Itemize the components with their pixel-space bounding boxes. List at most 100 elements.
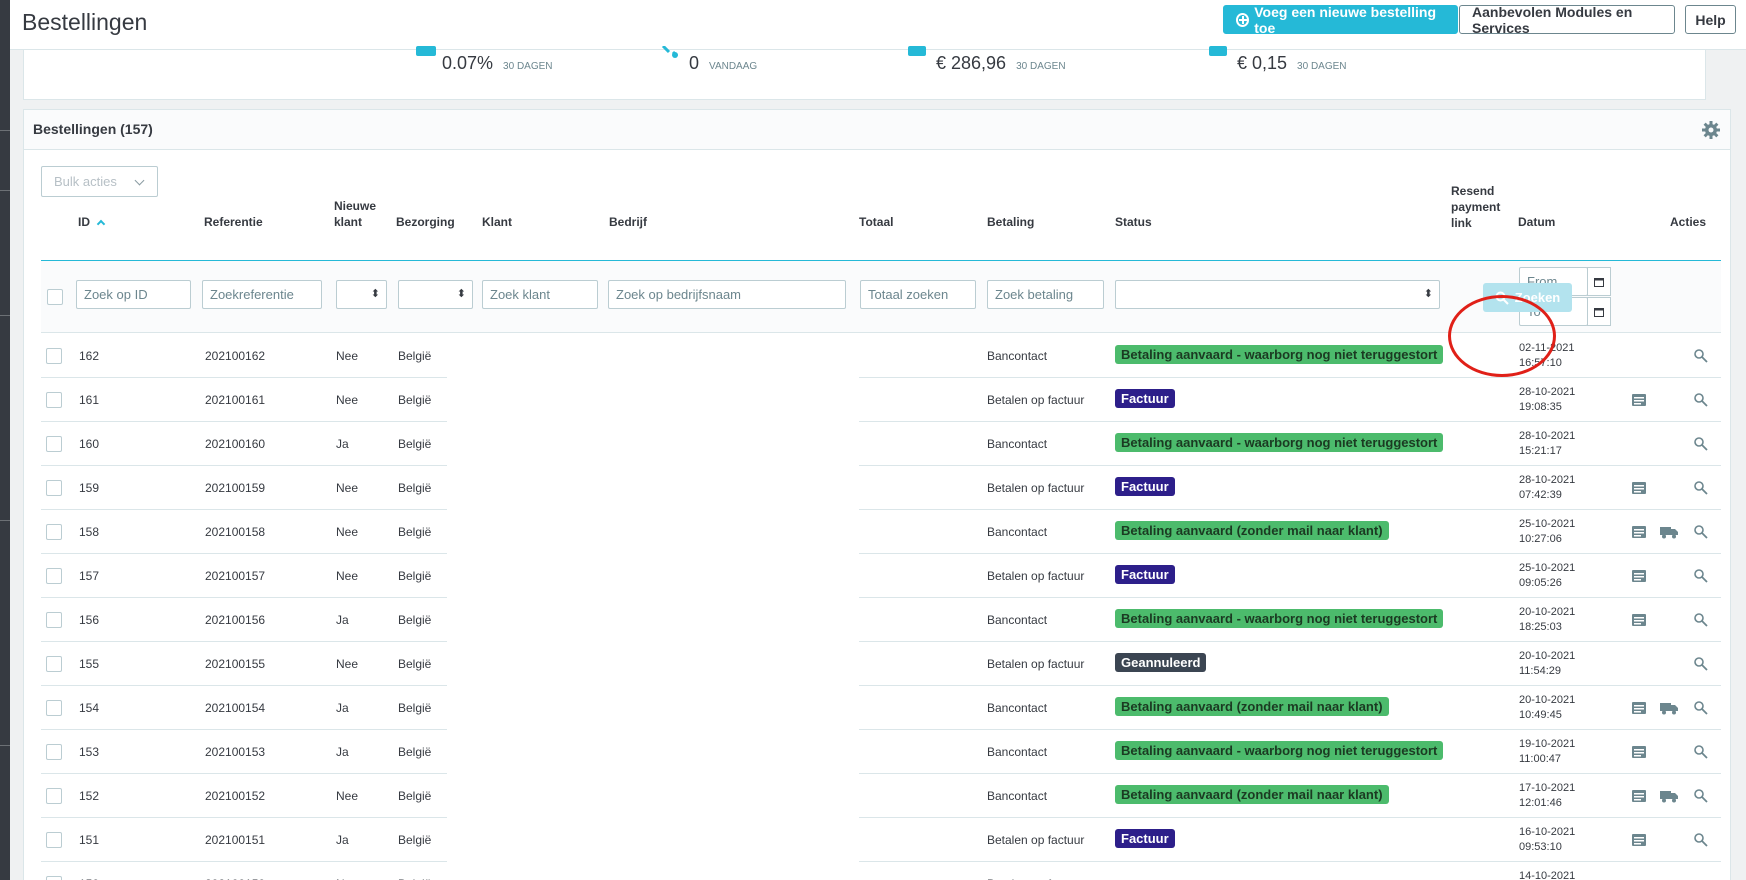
column-label: payment bbox=[1451, 200, 1501, 214]
bulk-actions-dropdown[interactable]: Bulk acties bbox=[41, 166, 158, 197]
filter-reference-input[interactable]: Zoekreferentie bbox=[202, 280, 322, 309]
invoice-icon[interactable] bbox=[1631, 744, 1647, 760]
column-header-customer[interactable]: Klant bbox=[482, 214, 512, 230]
view-order-icon[interactable] bbox=[1693, 568, 1709, 584]
invoice-icon[interactable] bbox=[1631, 524, 1647, 540]
column-header-status[interactable]: Status bbox=[1115, 214, 1152, 230]
table-row[interactable]: 158 202100158 Nee België Bancontact Betaling … bbox=[41, 510, 1721, 554]
cell-date: 20-10-2021 18:25:03 bbox=[1519, 605, 1575, 635]
cell-delivery: België bbox=[398, 657, 432, 671]
delivery-truck-icon[interactable] bbox=[1660, 788, 1678, 804]
row-checkbox[interactable] bbox=[46, 524, 62, 540]
row-checkbox[interactable] bbox=[46, 832, 62, 848]
calendar-icon[interactable] bbox=[1587, 267, 1611, 296]
view-order-icon[interactable] bbox=[1693, 348, 1709, 364]
cell-date: 14-10-2021 bbox=[1519, 870, 1576, 880]
view-order-icon[interactable] bbox=[1693, 480, 1709, 496]
invoice-icon[interactable] bbox=[1631, 700, 1647, 716]
sort-ascending-icon[interactable] bbox=[96, 219, 106, 229]
select-all-checkbox[interactable] bbox=[47, 289, 63, 305]
view-order-icon[interactable] bbox=[1693, 832, 1709, 848]
table-row[interactable]: 155 202100155 Nee België Betalen op factuur G… bbox=[41, 642, 1721, 686]
row-checkbox[interactable] bbox=[46, 612, 62, 628]
kpi-average-cart[interactable]: € 286,96 30 DAGEN bbox=[908, 46, 1066, 74]
kpi-abandoned-carts[interactable]: 0 VANDAAG bbox=[661, 44, 757, 74]
recommended-modules-button[interactable]: Aanbevolen Modules en Services bbox=[1459, 4, 1675, 36]
cell-delivery: België bbox=[398, 613, 432, 627]
column-header-reference[interactable]: Referentie bbox=[204, 214, 263, 230]
kpi-conversion[interactable]: 0.07% 30 DAGEN bbox=[416, 46, 553, 74]
kpi-net-profit[interactable]: € 0,15 30 DAGEN bbox=[1209, 46, 1347, 74]
table-row[interactable]: 157 202100157 Nee België Betalen op factuur F… bbox=[41, 554, 1721, 598]
add-order-button[interactable]: Voeg een nieuwe bestelling toe bbox=[1223, 4, 1458, 36]
time-value: 11:00:47 bbox=[1519, 753, 1562, 765]
cell-date: 28-10-2021 07:42:39 bbox=[1519, 473, 1575, 503]
row-checkbox[interactable] bbox=[46, 700, 62, 716]
filter-delivery-select[interactable] bbox=[398, 280, 473, 309]
invoice-icon[interactable] bbox=[1631, 612, 1647, 628]
view-order-icon[interactable] bbox=[1693, 700, 1709, 716]
table-row[interactable]: 152 202100152 Nee België Bancontact Betaling … bbox=[41, 774, 1721, 818]
invoice-icon[interactable] bbox=[1631, 568, 1647, 584]
orders-panel: Bestellingen (157) Bulk acties ID Refere… bbox=[23, 109, 1731, 880]
row-checkbox[interactable] bbox=[46, 436, 62, 452]
filter-new-client-select[interactable] bbox=[336, 280, 387, 309]
row-checkbox[interactable] bbox=[46, 568, 62, 584]
filter-status-select[interactable] bbox=[1115, 280, 1440, 309]
column-header-date[interactable]: Datum bbox=[1518, 214, 1555, 230]
column-header-payment[interactable]: Betaling bbox=[987, 214, 1034, 230]
row-checkbox[interactable] bbox=[46, 744, 62, 760]
table-row[interactable]: 156 202100156 Ja België Bancontact Betaling a… bbox=[41, 598, 1721, 642]
view-order-icon[interactable] bbox=[1693, 788, 1709, 804]
table-row[interactable]: 160 202100160 Ja België Bancontact Betaling a… bbox=[41, 422, 1721, 466]
filter-id-input[interactable]: Zoek op ID bbox=[76, 280, 191, 309]
cell-id: 161 bbox=[79, 393, 100, 407]
table-row[interactable]: 153 202100153 Ja België Bancontact Betaling a… bbox=[41, 730, 1721, 774]
row-checkbox[interactable] bbox=[46, 788, 62, 804]
row-checkbox[interactable] bbox=[46, 392, 62, 408]
row-checkbox[interactable] bbox=[46, 480, 62, 496]
invoice-icon[interactable] bbox=[1631, 480, 1647, 496]
column-header-id[interactable]: ID bbox=[78, 214, 106, 230]
invoice-icon[interactable] bbox=[1631, 788, 1647, 804]
column-header-new-client[interactable]: Nieuwe klant bbox=[334, 198, 376, 230]
view-order-icon[interactable] bbox=[1693, 656, 1709, 672]
delivery-truck-icon[interactable] bbox=[1660, 524, 1678, 540]
invoice-icon[interactable] bbox=[1631, 392, 1647, 408]
filter-customer-input[interactable]: Zoek klant bbox=[482, 280, 598, 309]
cell-id: 155 bbox=[79, 657, 100, 671]
cell-payment: Betalen op factuur bbox=[987, 569, 1085, 583]
row-checkbox[interactable] bbox=[46, 876, 62, 880]
view-order-icon[interactable] bbox=[1693, 524, 1709, 540]
column-header-company[interactable]: Bedrijf bbox=[609, 214, 647, 230]
table-row[interactable]: 151 202100151 Ja België Betalen op factuur Fa… bbox=[41, 818, 1721, 862]
filter-company-input[interactable]: Zoek op bedrijfsnaam bbox=[608, 280, 846, 309]
view-order-icon[interactable] bbox=[1693, 436, 1709, 452]
filter-payment-input[interactable]: Zoek betaling bbox=[987, 280, 1104, 309]
table-row[interactable]: 150202100150NeeBelgiëBetalen op factuur1… bbox=[41, 862, 1721, 880]
plus-circle-icon bbox=[1236, 12, 1250, 27]
view-order-icon[interactable] bbox=[1693, 612, 1709, 628]
column-header-delivery[interactable]: Bezorging bbox=[396, 214, 455, 230]
column-header-resend-payment-link[interactable]: Resend payment link bbox=[1451, 183, 1500, 231]
row-checkbox[interactable] bbox=[46, 656, 62, 672]
cell-date: 25-10-2021 09:05:26 bbox=[1519, 561, 1575, 591]
calendar-icon[interactable] bbox=[1587, 297, 1611, 326]
delivery-truck-icon[interactable] bbox=[1660, 700, 1678, 716]
invoice-icon[interactable] bbox=[1631, 832, 1647, 848]
cell-new-client: Nee bbox=[336, 349, 359, 363]
cell-date: 20-10-2021 11:54:29 bbox=[1519, 649, 1575, 679]
status-badge: Factuur bbox=[1115, 477, 1175, 496]
table-row[interactable]: 154 202100154 Ja België Bancontact Betaling a… bbox=[41, 686, 1721, 730]
row-checkbox[interactable] bbox=[46, 348, 62, 364]
help-button[interactable]: Help bbox=[1685, 5, 1736, 34]
cell-id: 158 bbox=[79, 525, 100, 539]
view-order-icon[interactable] bbox=[1693, 744, 1709, 760]
column-header-total[interactable]: Totaal bbox=[859, 214, 893, 230]
table-row[interactable]: 159 202100159 Nee België Betalen op factuur F… bbox=[41, 466, 1721, 510]
filter-total-input[interactable]: Totaal zoeken bbox=[860, 280, 976, 309]
view-order-icon[interactable] bbox=[1693, 392, 1709, 408]
table-row[interactable]: 161 202100161 Nee België Betalen op factuur F… bbox=[41, 378, 1721, 422]
gear-icon[interactable] bbox=[1702, 121, 1720, 139]
status-badge: Betaling aanvaard - waarborg nog niet te… bbox=[1115, 345, 1444, 364]
